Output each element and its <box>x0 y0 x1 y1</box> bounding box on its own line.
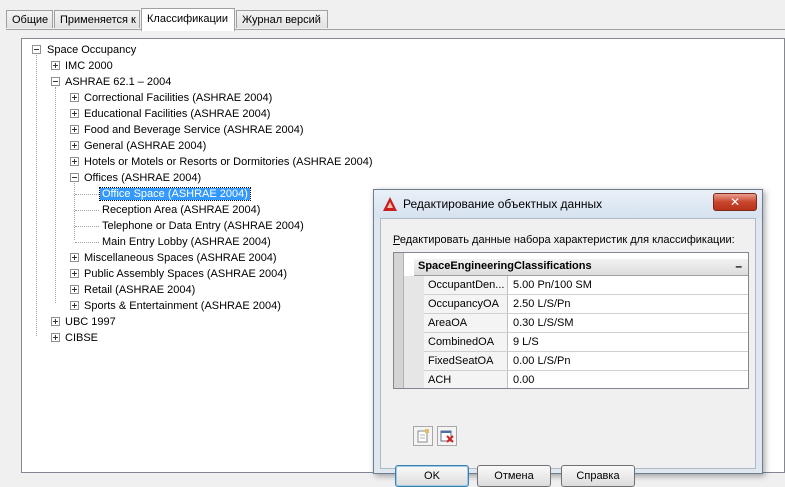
tree-node-ashrae[interactable]: ASHRAE 62.1 – 2004 <box>63 74 173 90</box>
tree-node-food[interactable]: Food and Beverage Service (ASHRAE 2004) <box>82 122 306 138</box>
cancel-button[interactable]: Отмена <box>477 465 551 487</box>
expand-node-icon[interactable] <box>70 125 79 134</box>
property-value[interactable]: 0.30 L/S/SM <box>513 314 574 332</box>
tree-node-reception[interactable]: Reception Area (ASHRAE 2004) <box>100 202 262 218</box>
property-set-title: SpaceEngineeringClassifications <box>418 260 592 272</box>
expand-node-icon[interactable] <box>70 93 79 102</box>
tree-node-correctional[interactable]: Correctional Facilities (ASHRAE 2004) <box>82 90 274 106</box>
tab-divider <box>6 29 785 30</box>
tree-connector <box>36 55 37 336</box>
tree-node-ubc[interactable]: UBC 1997 <box>63 314 118 330</box>
property-row[interactable]: ACH 0.00 <box>424 371 748 388</box>
property-value[interactable]: 0.00 L/S/Pn <box>513 352 571 370</box>
property-name: CombinedOA <box>424 333 508 351</box>
tree-node-main-lobby[interactable]: Main Entry Lobby (ASHRAE 2004) <box>100 234 273 250</box>
property-name: ACH <box>424 371 508 388</box>
tree-node-office-space[interactable]: Office Space (ASHRAE 2004) <box>99 186 251 202</box>
collapse-group-icon[interactable]: – <box>735 259 742 273</box>
tree-node-space-occupancy[interactable]: Space Occupancy <box>45 42 138 58</box>
remove-property-set-button[interactable] <box>437 426 457 446</box>
collapse-ashrae-icon[interactable] <box>51 77 60 86</box>
add-property-set-button[interactable] <box>413 426 433 446</box>
expand-cibse-icon[interactable] <box>51 333 60 342</box>
add-property-set-icon <box>417 429 429 443</box>
tab-version-history[interactable]: Журнал версий <box>236 10 328 28</box>
tree-node-retail[interactable]: Retail (ASHRAE 2004) <box>82 282 197 298</box>
dialog-body: Редактировать данные набора характеристи… <box>380 218 756 487</box>
property-name: FixedSeatOA <box>424 352 508 370</box>
expand-node-icon[interactable] <box>70 157 79 166</box>
autocad-logo-icon <box>383 197 397 211</box>
tree-connector <box>75 210 99 211</box>
property-value[interactable]: 0.00 <box>513 371 534 388</box>
property-row[interactable]: FixedSeatOA 0.00 L/S/Pn <box>424 352 748 371</box>
expand-imc-icon[interactable] <box>51 61 60 70</box>
property-row[interactable]: OccupancyOA 2.50 L/S/Pn <box>424 295 748 314</box>
property-grid[interactable]: SpaceEngineeringClassifications – Occupa… <box>393 252 749 389</box>
tree-connector <box>74 183 75 240</box>
tree-node-sports[interactable]: Sports & Entertainment (ASHRAE 2004) <box>82 298 283 314</box>
property-row[interactable]: OccupantDen... 5.00 Pn/100 SM <box>424 276 748 295</box>
dialog-prompt: Редактировать данные набора характеристи… <box>393 234 735 246</box>
ok-button[interactable]: OK <box>395 465 469 487</box>
tree-node-telephone[interactable]: Telephone or Data Entry (ASHRAE 2004) <box>100 218 306 234</box>
edit-object-data-dialog: Редактирование объектных данных ✕ Редакт… <box>373 189 763 487</box>
close-button[interactable]: ✕ <box>713 193 757 211</box>
tree-connector <box>55 87 56 303</box>
tree-node-imc[interactable]: IMC 2000 <box>63 58 115 74</box>
expand-node-icon[interactable] <box>70 253 79 262</box>
expand-node-icon[interactable] <box>70 301 79 310</box>
tree-node-educational[interactable]: Educational Facilities (ASHRAE 2004) <box>82 106 272 122</box>
tree-connector <box>75 242 99 243</box>
property-set-header[interactable]: SpaceEngineeringClassifications – <box>414 259 748 276</box>
tree-connector <box>75 226 99 227</box>
tree-node-hotels[interactable]: Hotels or Motels or Resorts or Dormitori… <box>82 154 375 170</box>
remove-property-set-icon <box>440 430 454 443</box>
property-value[interactable]: 9 L/S <box>513 333 539 351</box>
tab-applies-to[interactable]: Применяется к <box>54 10 140 28</box>
property-row[interactable]: AreaOA 0.30 L/S/SM <box>424 314 748 333</box>
property-value[interactable]: 2.50 L/S/Pn <box>513 295 571 313</box>
dialog-title: Редактирование объектных данных <box>403 197 603 211</box>
property-name: OccupantDen... <box>424 276 508 294</box>
tree-node-general[interactable]: General (ASHRAE 2004) <box>82 138 208 154</box>
expand-node-icon[interactable] <box>70 109 79 118</box>
property-value[interactable]: 5.00 Pn/100 SM <box>513 276 592 294</box>
collapse-offices-icon[interactable] <box>70 173 79 182</box>
property-row[interactable]: CombinedOA 9 L/S <box>424 333 748 352</box>
property-name: OccupancyOA <box>424 295 508 313</box>
tree-node-offices[interactable]: Offices (ASHRAE 2004) <box>82 170 203 186</box>
expand-node-icon[interactable] <box>70 269 79 278</box>
grid-indent <box>404 276 425 388</box>
tab-general[interactable]: Общие <box>6 10 53 28</box>
expand-node-icon[interactable] <box>70 141 79 150</box>
tree-connector <box>75 194 99 195</box>
dialog-title-bar[interactable]: Редактирование объектных данных ✕ <box>374 190 762 218</box>
tab-classifications[interactable]: Классификации <box>141 8 235 31</box>
tree-node-public-assembly[interactable]: Public Assembly Spaces (ASHRAE 2004) <box>82 266 289 282</box>
tree-node-cibse[interactable]: CIBSE <box>63 330 100 346</box>
expand-node-icon[interactable] <box>70 285 79 294</box>
grid-left-strip <box>394 253 404 388</box>
help-button[interactable]: Справка <box>561 465 635 487</box>
expand-ubc-icon[interactable] <box>51 317 60 326</box>
collapse-root-icon[interactable] <box>32 45 41 54</box>
property-name: AreaOA <box>424 314 508 332</box>
tree-node-misc[interactable]: Miscellaneous Spaces (ASHRAE 2004) <box>82 250 279 266</box>
